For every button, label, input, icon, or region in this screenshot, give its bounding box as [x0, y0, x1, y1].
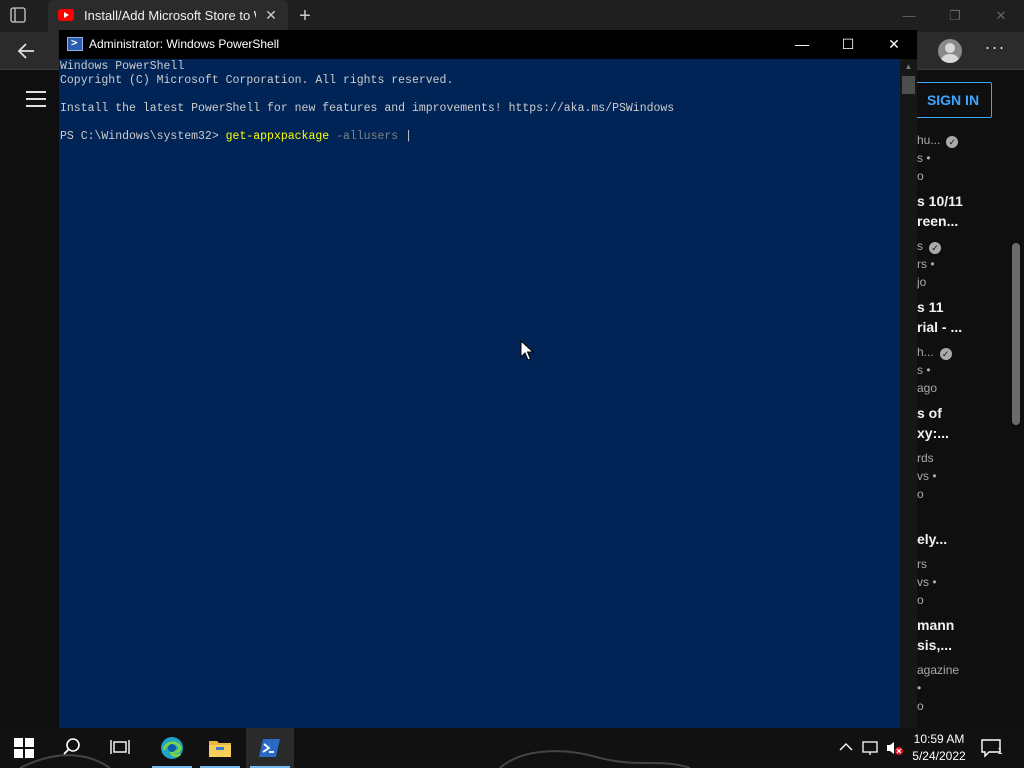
clock-time: 10:59 AM: [913, 732, 965, 746]
powershell-icon: [67, 36, 83, 51]
minimize-button[interactable]: —: [779, 30, 825, 59]
tab-title: Install/Add Microsoft Store to W: [84, 8, 256, 23]
related-video-meta: o: [917, 699, 924, 713]
parameter-text: -allusers: [329, 130, 406, 143]
related-video-meta: jo: [917, 275, 927, 289]
related-video-title[interactable]: s 11: [917, 299, 1017, 315]
browser-restore-button[interactable]: ❐: [940, 6, 970, 26]
related-video-title[interactable]: xy:...: [917, 425, 1017, 441]
browser-tab[interactable]: Install/Add Microsoft Store to W ✕: [48, 0, 288, 32]
command-line[interactable]: PS C:\Windows\system32> get-appxpackage …: [60, 130, 412, 143]
related-video-meta: o: [917, 593, 924, 607]
browser-minimize-button[interactable]: —: [894, 6, 924, 26]
related-video-title[interactable]: mann: [917, 617, 1017, 633]
network-icon[interactable]: [862, 740, 880, 756]
verified-badge-icon: ✓: [929, 242, 941, 254]
maximize-button[interactable]: ☐: [825, 30, 871, 59]
file-explorer-icon[interactable]: [196, 728, 244, 768]
taskbar: 10:59 AM 5/24/2022 1: [0, 728, 1024, 768]
console-output[interactable]: Windows PowerShell Copyright (C) Microso…: [60, 59, 900, 728]
console-line: Install the latest PowerShell for new fe…: [60, 102, 675, 115]
related-video-meta: s •: [917, 151, 931, 165]
browser-close-button[interactable]: ✕: [986, 6, 1016, 26]
related-video-meta: ago: [917, 381, 938, 395]
console-scrollbar[interactable]: ▲: [900, 59, 917, 728]
related-video-title[interactable]: sis,...: [917, 637, 1017, 653]
related-video-meta: rs •: [917, 257, 935, 271]
windows-start-icon[interactable]: [0, 728, 48, 768]
text-caret: |: [405, 130, 412, 143]
related-video-meta: o: [917, 487, 924, 501]
youtube-favicon-icon: [58, 9, 74, 21]
console-line: Windows PowerShell: [60, 60, 185, 73]
clock-date: 5/24/2022: [912, 749, 966, 763]
related-video-meta: rds: [917, 451, 934, 465]
command-text: get-appxpackage: [225, 130, 330, 143]
related-video-meta: vs •: [917, 575, 937, 589]
more-options-button[interactable]: ···: [982, 38, 1008, 62]
related-video-title[interactable]: ely...: [917, 531, 1017, 547]
tab-actions-icon[interactable]: [10, 7, 38, 25]
console-line: Copyright (C) Microsoft Corporation. All…: [60, 74, 454, 87]
verified-badge-icon: ✓: [946, 136, 959, 148]
search-icon[interactable]: [48, 728, 96, 768]
related-video-title[interactable]: s of: [917, 405, 1017, 421]
related-video-meta: s ✓: [917, 239, 1017, 254]
system-clock[interactable]: 10:59 AM 5/24/2022: [906, 731, 972, 765]
related-video-meta: rs: [917, 557, 927, 571]
related-video-meta: s •: [917, 363, 931, 377]
volume-muted-icon[interactable]: [886, 740, 904, 756]
scroll-up-icon[interactable]: ▲: [900, 59, 917, 74]
task-view-icon[interactable]: [96, 728, 144, 768]
tab-close-button[interactable]: ✕: [262, 6, 280, 24]
related-video-title[interactable]: rial - ...: [917, 319, 1017, 335]
powershell-title-bar[interactable]: Administrator: Windows PowerShell — ☐ ✕: [59, 30, 917, 59]
browser-tab-bar: Install/Add Microsoft Store to W ✕ + — ❐…: [0, 0, 1024, 32]
show-hidden-icons-icon[interactable]: [838, 740, 854, 754]
sign-in-button[interactable]: SIGN IN: [914, 82, 992, 118]
hamburger-menu-icon[interactable]: [26, 91, 46, 107]
prompt: PS C:\Windows\system32>: [60, 130, 226, 143]
powershell-window: Administrator: Windows PowerShell — ☐ ✕ …: [59, 30, 917, 728]
profile-avatar-icon[interactable]: [938, 39, 962, 63]
back-arrow-icon[interactable]: [14, 39, 40, 63]
related-video-meta: vs •: [917, 469, 937, 483]
related-video-meta: h... ✓: [917, 345, 1017, 360]
related-video-meta: •: [917, 681, 922, 695]
notification-count-badge: 1: [997, 746, 1003, 756]
related-video-meta: agazine: [917, 663, 960, 677]
edge-icon[interactable]: [148, 728, 196, 768]
related-video-title[interactable]: reen...: [917, 213, 1017, 229]
powershell-taskbar-icon[interactable]: [246, 728, 294, 768]
related-video-title[interactable]: s 10/11: [917, 193, 1017, 209]
verified-badge-icon: ✓: [939, 348, 952, 360]
window-title: Administrator: Windows PowerShell: [89, 37, 280, 51]
related-video-meta: hu... ✓: [917, 133, 1017, 148]
close-button[interactable]: ✕: [871, 30, 917, 59]
new-tab-button[interactable]: +: [294, 5, 316, 27]
mouse-pointer-icon: [520, 340, 536, 362]
related-video-meta: o: [917, 169, 924, 183]
scrollbar-thumb[interactable]: [902, 76, 915, 94]
